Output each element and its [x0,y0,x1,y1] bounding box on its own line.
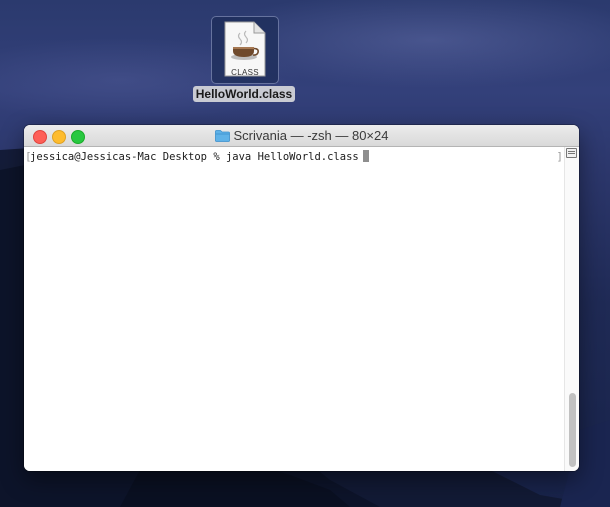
folder-icon [214,129,230,142]
line-mark-right: ] [556,150,563,163]
terminal-line: jessica@Jessicas-Mac Desktop % java Hell… [30,150,369,163]
file-name-label[interactable]: HelloWorld.class [193,86,295,102]
vertical-scrollbar[interactable] [564,147,579,471]
desktop-file-icon[interactable]: CLASS HelloWorld.class [193,16,295,104]
split-view-icon[interactable] [566,148,577,158]
terminal-window: Scrivania — -zsh — 80×24 [ jessica@Jessi… [24,125,579,471]
window-title-text: Scrivania — -zsh — 80×24 [233,128,389,143]
file-type-badge: CLASS [231,68,259,77]
window-title: Scrivania — -zsh — 80×24 [24,125,579,146]
terminal-content[interactable]: [ jessica@Jessicas-Mac Desktop % java He… [24,147,565,471]
text-cursor [362,150,369,162]
title-bar[interactable]: Scrivania — -zsh — 80×24 [24,125,579,147]
scrollbar-thumb[interactable] [569,393,576,467]
file-icon-selection: CLASS [211,16,279,84]
desktop: CLASS HelloWorld.class Scrivania — -zsh … [0,0,610,507]
typed-command: java HelloWorld.class [225,151,359,163]
shell-prompt: jessica@Jessicas-Mac Desktop % [30,151,226,163]
